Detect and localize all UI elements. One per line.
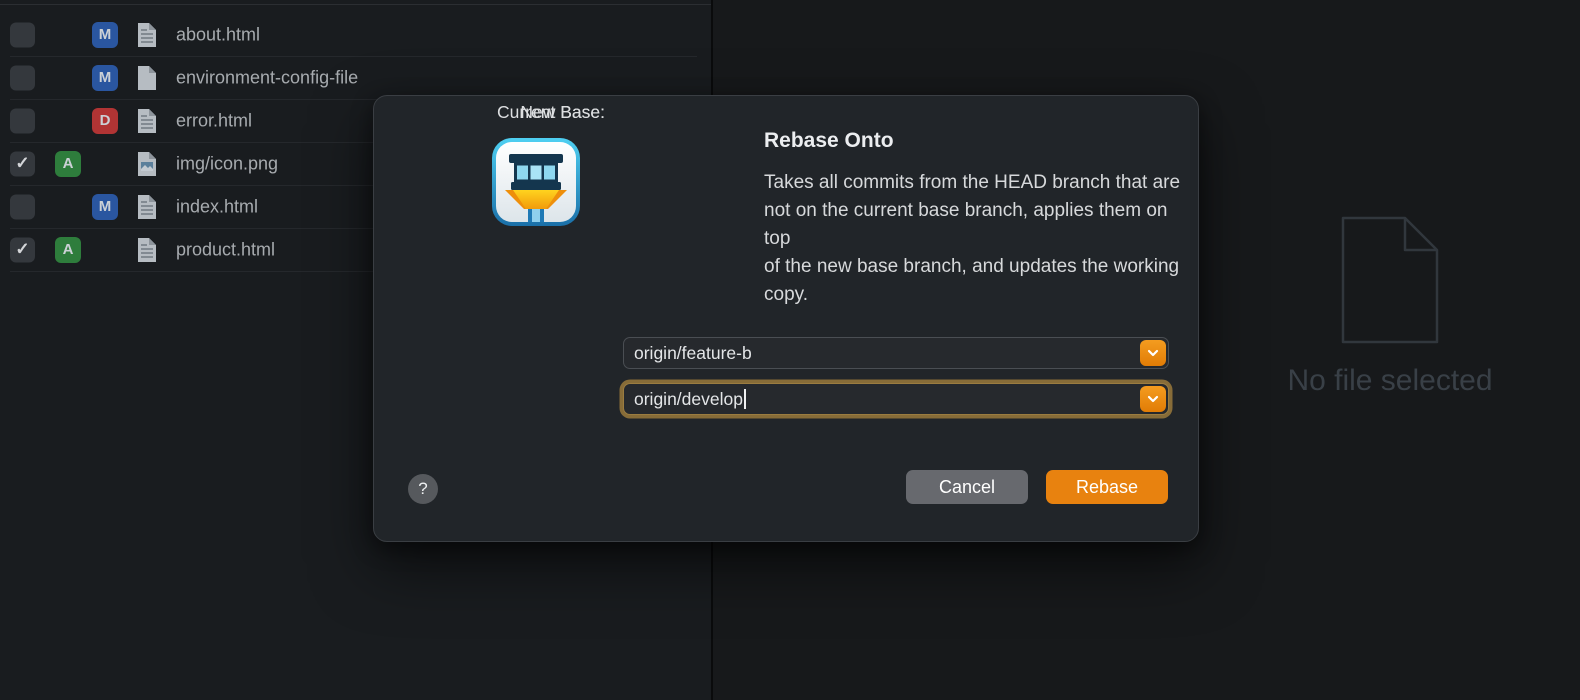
text-caret [744,389,746,409]
help-button[interactable]: ? [408,474,438,504]
chevron-down-icon [1146,346,1160,360]
new-base-dropdown-button[interactable] [1140,386,1166,412]
chevron-down-icon [1146,392,1160,406]
current-base-dropdown-button[interactable] [1140,340,1166,366]
checkmark-icon: ✓ [15,155,29,172]
status-badge: A [55,151,81,177]
html-file-icon [137,237,157,263]
app-window: ✓ M about.html ✓ M environment-config-fi… [0,0,1580,700]
dialog-title: Rebase Onto [764,129,894,153]
file-name: error.html [176,111,252,132]
file-checkbox[interactable]: ✓ [10,66,35,91]
current-base-value: origin/feature-b [634,338,752,368]
empty-state: No file selected [1272,215,1508,398]
status-badge: M [92,194,118,220]
file-checkbox[interactable]: ✓ [10,23,35,48]
tower-app-icon [492,138,580,226]
image-file-icon [137,151,157,177]
checkmark-icon: ✓ [15,241,29,258]
status-badge: A [55,237,81,263]
current-base-combobox[interactable]: origin/feature-b [623,337,1169,369]
html-file-icon [137,194,157,220]
empty-file-icon [1339,215,1441,345]
file-row[interactable]: ✓ M environment-config-file [10,57,697,100]
file-checkbox[interactable]: ✓ [10,152,35,177]
new-base-label: New Base: [374,96,605,128]
generic-file-icon [137,65,157,91]
rebase-button[interactable]: Rebase [1046,470,1168,504]
file-checkbox[interactable]: ✓ [10,238,35,263]
file-name: about.html [176,25,260,46]
panel-top-divider [0,4,711,5]
cancel-button[interactable]: Cancel [906,470,1028,504]
status-badge: M [92,22,118,48]
new-base-combobox[interactable]: origin/develop [623,383,1169,415]
file-row[interactable]: ✓ M about.html [10,14,697,57]
html-file-icon [137,22,157,48]
new-base-input-value[interactable]: origin/develop [634,384,746,414]
status-badge: D [92,108,118,134]
file-name: environment-config-file [176,68,358,89]
dialog-description: Takes all commits from the HEAD branch t… [764,169,1194,309]
status-badge: M [92,65,118,91]
file-name: index.html [176,197,258,218]
file-name: img/icon.png [176,154,278,175]
file-checkbox[interactable]: ✓ [10,109,35,134]
rebase-dialog: Rebase Onto Takes all commits from the H… [373,95,1199,542]
html-file-icon [137,108,157,134]
file-name: product.html [176,240,275,261]
empty-state-message: No file selected [1272,364,1508,398]
file-checkbox[interactable]: ✓ [10,195,35,220]
